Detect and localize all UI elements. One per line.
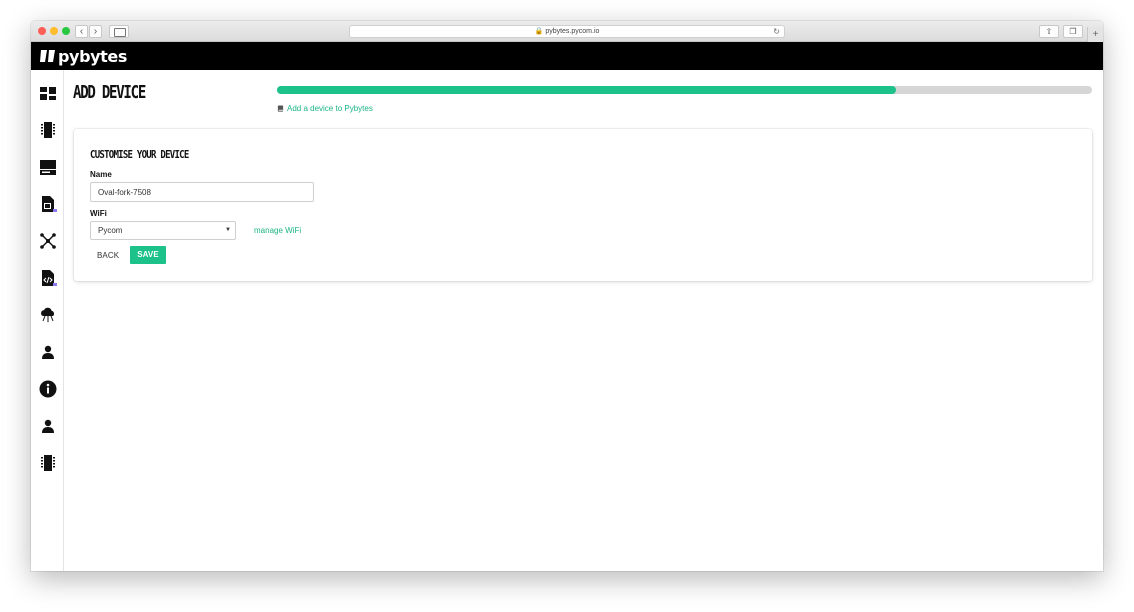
forward-nav-button[interactable]: › bbox=[89, 25, 102, 38]
wifi-selected-value: Pycom bbox=[98, 226, 123, 235]
wizard-progress-fill bbox=[277, 86, 897, 94]
account-icon bbox=[41, 419, 54, 433]
sidebar-item-info[interactable] bbox=[31, 376, 64, 402]
sidebar-item-cloud[interactable] bbox=[31, 302, 64, 328]
projects-icon bbox=[39, 160, 56, 175]
doc-link-text: Add a device to Pybytes bbox=[287, 104, 373, 113]
doc-link[interactable]: Add a device to Pybytes bbox=[277, 104, 373, 113]
devices-icon bbox=[40, 122, 55, 138]
app-header: pybytes bbox=[31, 42, 1103, 70]
minimize-window-button[interactable] bbox=[50, 27, 58, 35]
sidebar-item-user[interactable] bbox=[31, 339, 64, 365]
sidebar-item-sim[interactable] bbox=[31, 191, 64, 217]
sidebar-toggle-button[interactable] bbox=[109, 25, 129, 38]
brand-name: pybytes bbox=[58, 46, 127, 66]
sidebar-item-devices[interactable] bbox=[31, 117, 64, 143]
browser-toolbar: ‹ › 🔒 pybytes.pycom.io ↻ ⇧ ❐ + bbox=[31, 21, 1103, 42]
back-button[interactable]: BACK bbox=[90, 247, 126, 264]
sidebar-item-integrations[interactable] bbox=[31, 228, 64, 254]
pybytes-logo-icon bbox=[40, 50, 55, 62]
save-button[interactable]: SAVE bbox=[130, 246, 166, 264]
cloud-icon bbox=[40, 307, 54, 322]
new-tab-button[interactable]: + bbox=[1087, 27, 1103, 42]
browser-window: ‹ › 🔒 pybytes.pycom.io ↻ ⇧ ❐ + pybytes A… bbox=[31, 21, 1103, 571]
manage-wifi-link[interactable]: manage WiFi bbox=[254, 226, 301, 235]
url-text: pybytes.pycom.io bbox=[545, 28, 600, 35]
sidebar-item-dashboard[interactable] bbox=[31, 80, 64, 106]
name-label: Name bbox=[90, 170, 112, 179]
code-file-icon bbox=[41, 270, 57, 286]
integrations-icon bbox=[39, 233, 56, 249]
book-icon bbox=[277, 105, 284, 112]
customise-device-card: CUSTOMISE YOUR DEVICE Name WiFi Pycom ▼ … bbox=[74, 129, 1092, 281]
sidebar-item-account[interactable] bbox=[31, 413, 64, 439]
zoom-window-button[interactable] bbox=[62, 27, 70, 35]
sidebar-item-device-chip[interactable] bbox=[31, 450, 64, 476]
close-window-button[interactable] bbox=[38, 27, 46, 35]
brand-logo[interactable]: pybytes bbox=[40, 46, 127, 66]
wifi-select[interactable]: Pycom ▼ bbox=[90, 221, 236, 240]
address-bar[interactable]: 🔒 pybytes.pycom.io ↻ bbox=[349, 25, 785, 38]
user-icon bbox=[41, 345, 54, 359]
page-title: ADD DEVICE bbox=[73, 82, 146, 103]
lock-icon: 🔒 bbox=[534, 28, 544, 35]
screenshot-stage: ‹ › 🔒 pybytes.pycom.io ↻ ⇧ ❐ + pybytes A… bbox=[0, 0, 1134, 612]
share-button[interactable]: ⇧ bbox=[1039, 25, 1059, 38]
info-icon bbox=[39, 380, 56, 398]
wifi-label: WiFi bbox=[90, 209, 107, 218]
back-nav-button[interactable]: ‹ bbox=[75, 25, 88, 38]
reload-icon[interactable]: ↻ bbox=[773, 26, 780, 37]
device-name-input[interactable] bbox=[90, 182, 314, 202]
dashboard-icon bbox=[39, 87, 56, 100]
caret-down-icon: ▼ bbox=[225, 227, 231, 233]
sim-icon bbox=[41, 196, 57, 212]
card-title: CUSTOMISE YOUR DEVICE bbox=[90, 148, 189, 161]
sidebar-item-firmware[interactable] bbox=[31, 265, 64, 291]
wizard-progress-bar bbox=[277, 86, 1092, 94]
tab-overview-button[interactable]: ❐ bbox=[1063, 25, 1083, 38]
sidebar-item-projects[interactable] bbox=[31, 154, 64, 180]
device-chip-icon bbox=[40, 455, 55, 471]
sidebar bbox=[31, 70, 64, 571]
